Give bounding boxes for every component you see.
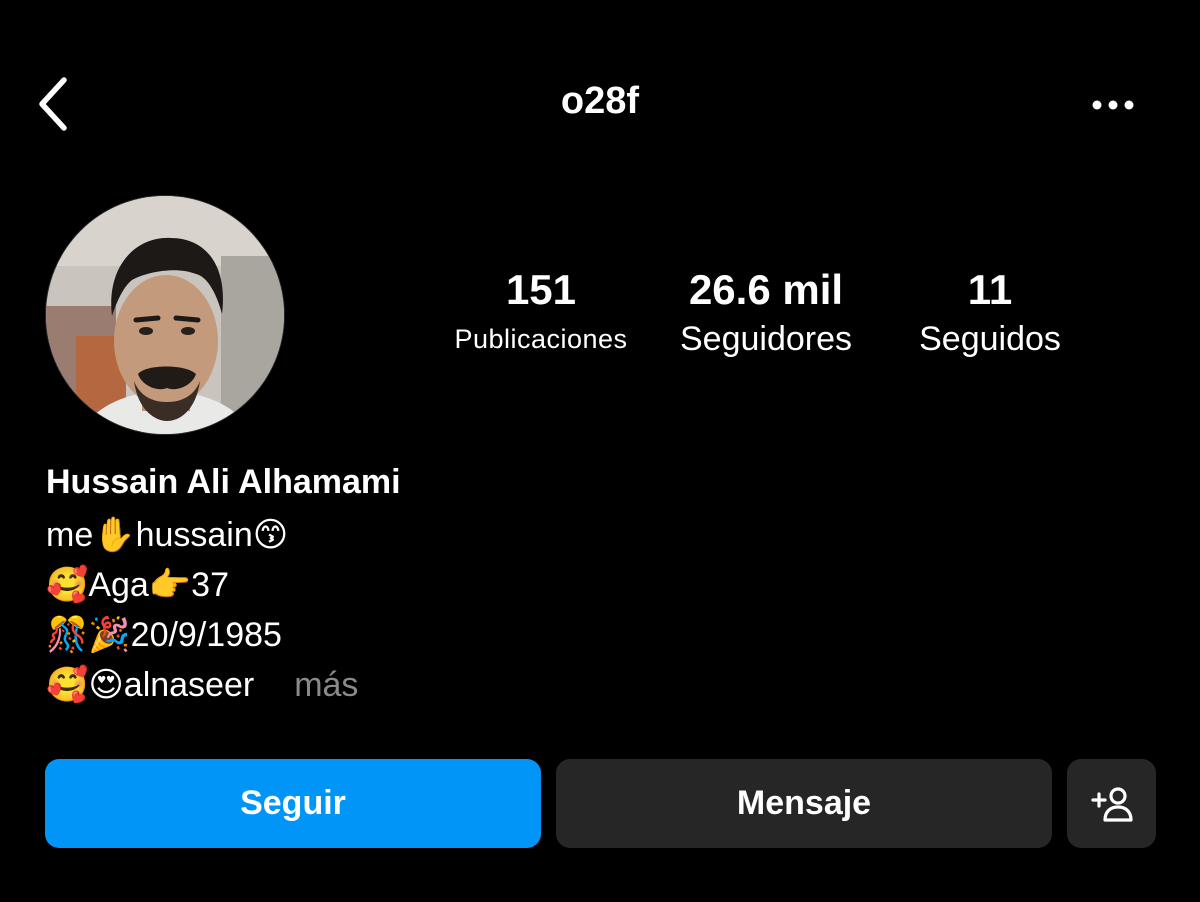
bio-line: me✋hussain😙 (46, 516, 289, 554)
message-button[interactable]: Mensaje (556, 759, 1052, 848)
posts-label: Publicaciones (454, 324, 628, 354)
bio: Hussain Ali Alhamami me✋hussain😙 🥰Aga👉37… (46, 460, 746, 710)
add-person-icon (1090, 786, 1133, 822)
following-count: 11 (967, 266, 1013, 313)
follow-button-label: Seguir (240, 784, 346, 822)
followers-count: 26.6 mil (688, 266, 844, 313)
display-name: Hussain Ali Alhamami (46, 463, 401, 501)
more-horizontal-icon (1092, 100, 1134, 110)
more-link[interactable]: más (294, 666, 358, 704)
bio-line-last: 🥰😍alnaseer más (46, 660, 746, 710)
posts-stat[interactable]: 151 Publicaciones (438, 265, 644, 361)
profile-username: o28f (560, 80, 640, 122)
following-stat[interactable]: 11 Seguidos (900, 265, 1080, 361)
followers-label: Seguidores (679, 320, 852, 358)
profile-photo (46, 196, 284, 434)
following-label: Seguidos (919, 320, 1061, 358)
bio-line-text: 🥰😍alnaseer (46, 666, 255, 704)
bio-line: 🥰Aga👉37 (46, 566, 229, 604)
follow-button[interactable]: Seguir (45, 759, 541, 848)
bio-line: 🎊🎉20/9/1985 (46, 616, 282, 654)
message-button-label: Mensaje (736, 784, 872, 822)
followers-stat[interactable]: 26.6 mil Seguidores (660, 265, 872, 361)
posts-count: 151 (505, 266, 577, 313)
top-bar: o28f (0, 60, 1200, 150)
suggest-users-button[interactable] (1067, 759, 1156, 848)
avatar[interactable] (46, 196, 284, 434)
more-options-button[interactable] (1088, 80, 1138, 130)
